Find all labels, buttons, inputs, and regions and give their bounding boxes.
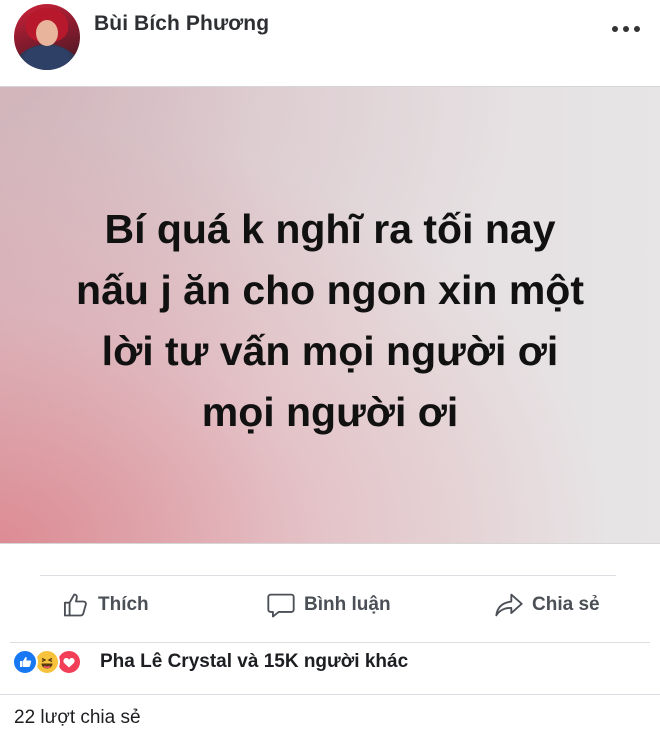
avatar-face <box>36 20 58 46</box>
action-bar: Thích Bình luận Chia sẻ <box>40 575 616 634</box>
shares-count: 22 lượt chia sẻ <box>14 707 141 728</box>
author-name[interactable]: Bùi Bích Phương <box>94 12 269 36</box>
reaction-icons <box>12 649 98 675</box>
like-label: Thích <box>98 594 149 615</box>
post-header: Bùi Bích Phương <box>0 0 660 84</box>
more-dot <box>634 26 640 32</box>
more-options-icon[interactable] <box>612 22 640 36</box>
more-dot <box>612 26 618 32</box>
comment-label: Bình luận <box>304 594 391 615</box>
author-avatar[interactable] <box>14 4 80 70</box>
reactions-row[interactable]: Pha Lê Crystal và 15K người khác <box>10 642 650 683</box>
like-button[interactable]: Thích <box>62 590 149 620</box>
share-button[interactable]: Chia sẻ <box>494 590 600 620</box>
facebook-post: Bùi Bích Phương Bí quá k nghĩ ra tối nay… <box>0 0 660 736</box>
share-label: Chia sẻ <box>532 594 600 615</box>
reaction-summary: Pha Lê Crystal và 15K người khác <box>100 651 409 672</box>
like-reaction-icon <box>12 649 38 675</box>
speech-bubble-icon <box>267 593 295 618</box>
shares-row[interactable]: 22 lượt chia sẻ <box>0 694 660 736</box>
more-dot <box>623 26 629 32</box>
text-post-card: Bí quá k nghĩ ra tối nay nấu j ăn cho ng… <box>0 86 660 544</box>
avatar-body <box>24 46 70 70</box>
post-text: Bí quá k nghĩ ra tối nay nấu j ăn cho ng… <box>76 206 584 435</box>
comment-button[interactable]: Bình luận <box>266 590 391 620</box>
share-arrow-icon <box>495 593 523 617</box>
thumbs-up-icon <box>63 593 87 617</box>
